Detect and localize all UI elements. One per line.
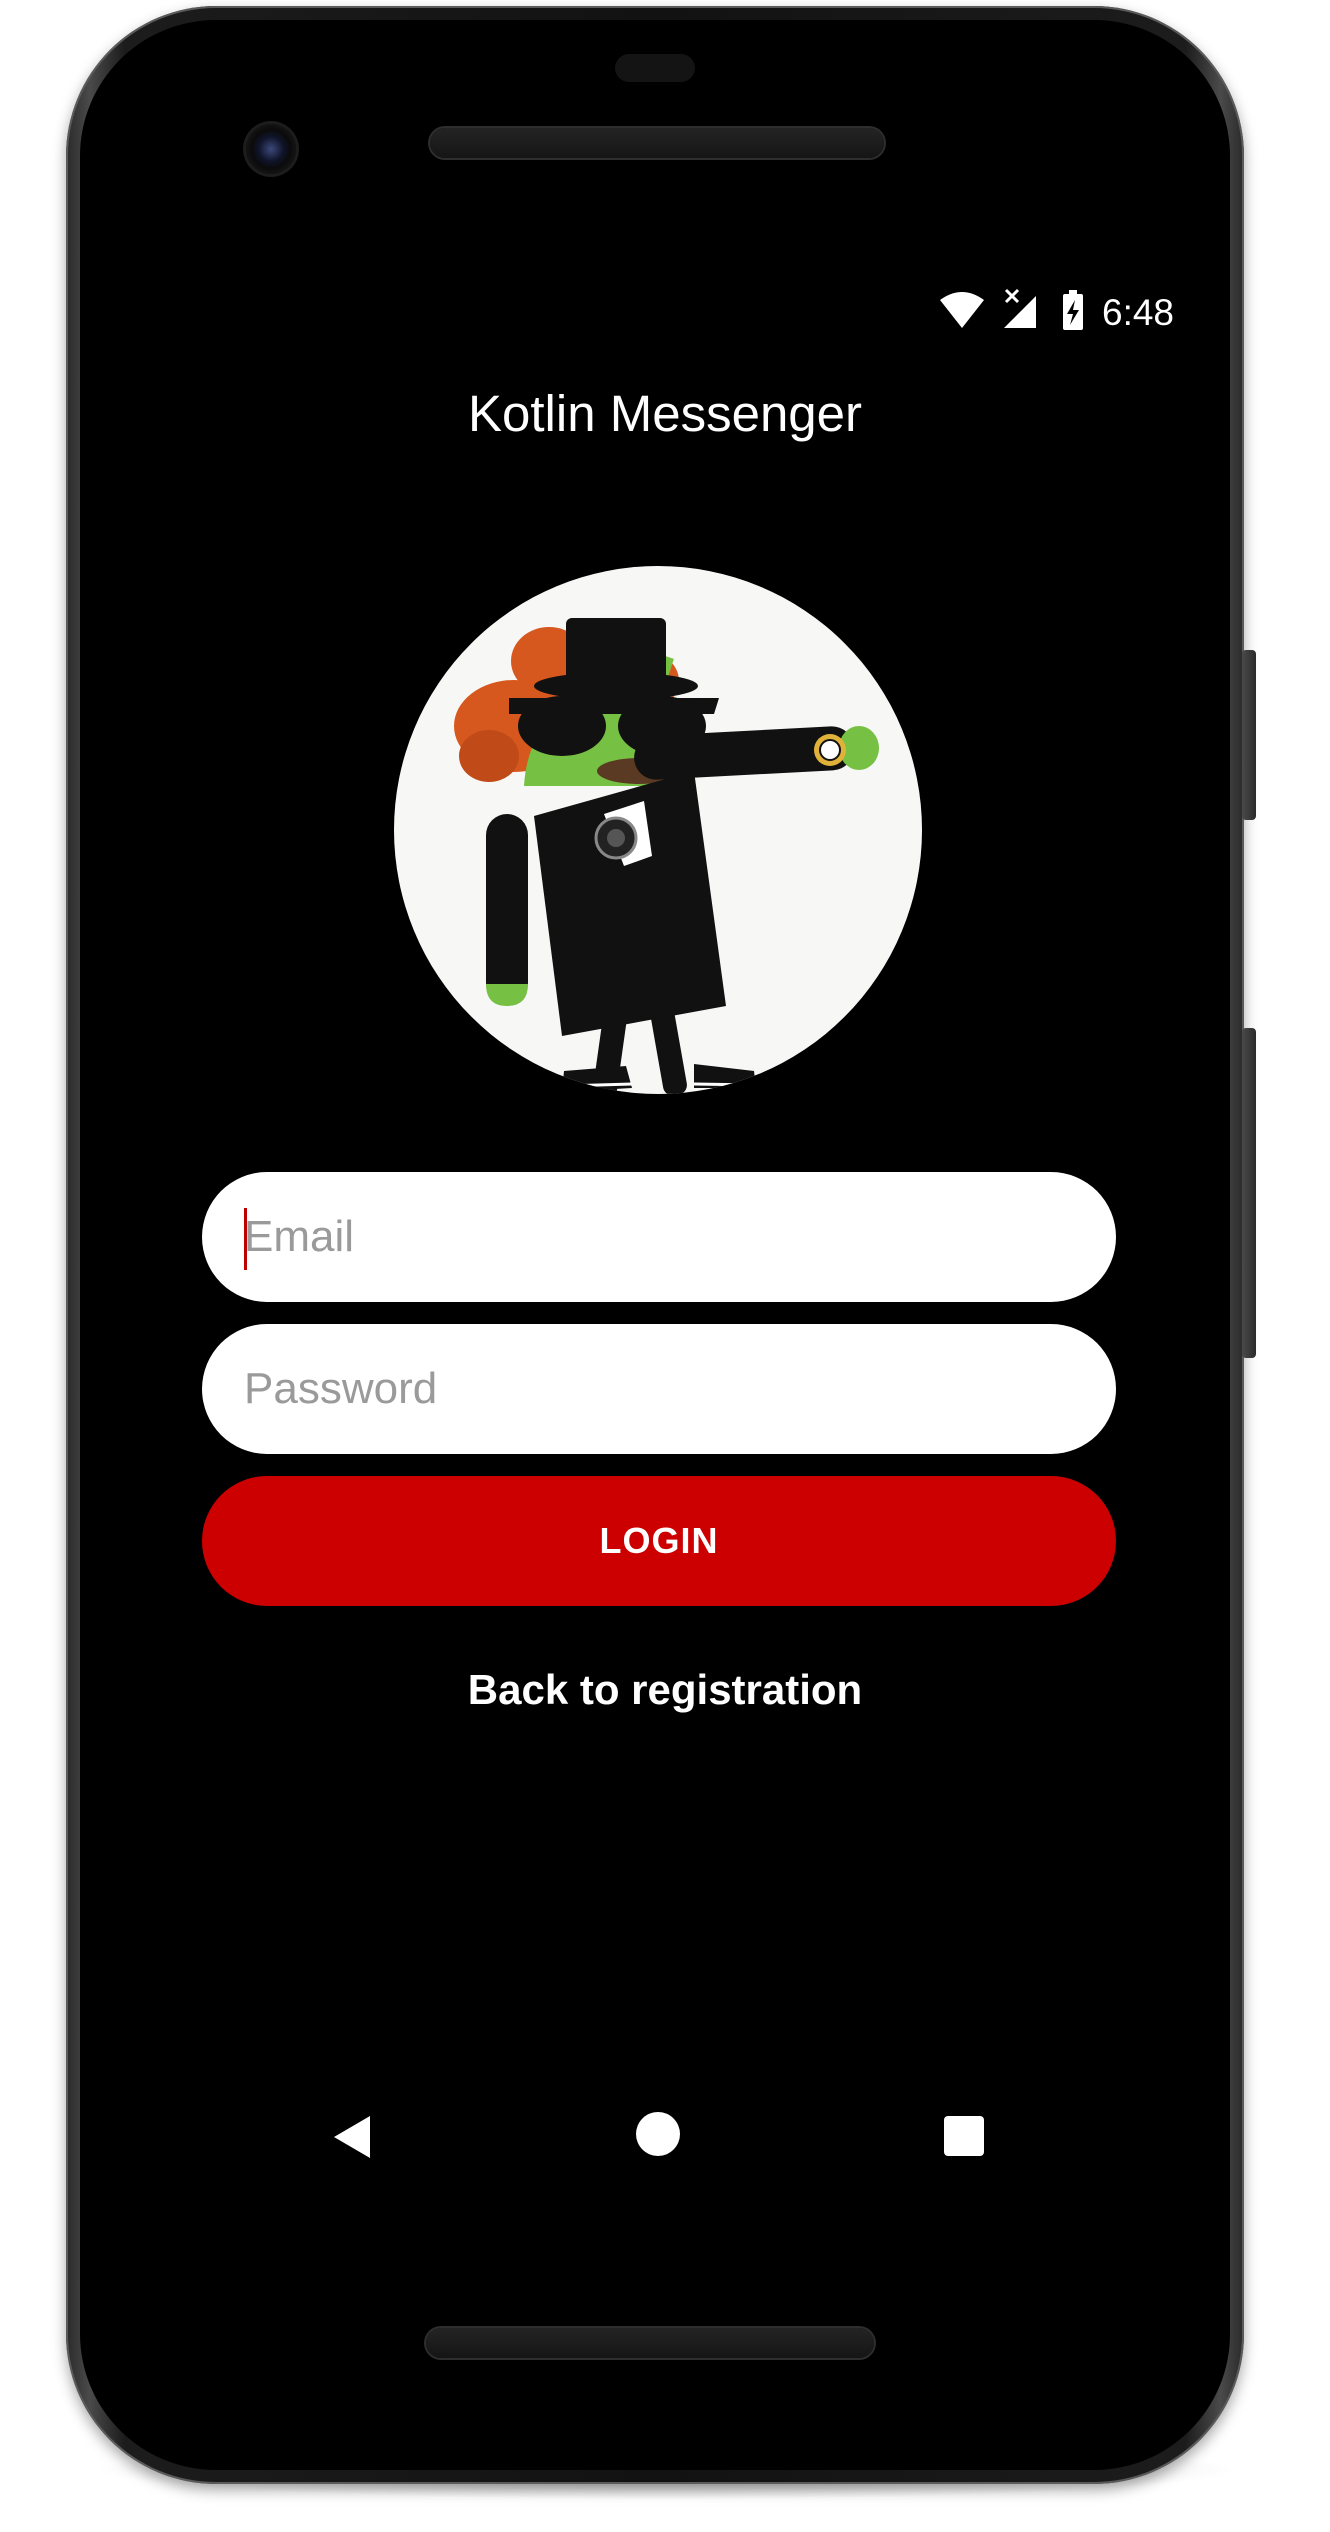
email-field[interactable] bbox=[202, 1172, 1116, 1302]
front-camera bbox=[246, 124, 296, 174]
text-cursor bbox=[244, 1208, 247, 1270]
status-bar-icons bbox=[940, 288, 1083, 330]
login-button[interactable]: LOGIN bbox=[202, 1476, 1116, 1606]
status-time: 6:48 bbox=[1102, 292, 1175, 333]
cell-signal-icon bbox=[1004, 288, 1036, 328]
top-speaker-grille bbox=[430, 128, 884, 158]
wifi-icon bbox=[940, 292, 984, 328]
battery-charging-icon bbox=[1063, 290, 1083, 330]
volume-button bbox=[1242, 1028, 1256, 1358]
password-field[interactable] bbox=[202, 1324, 1116, 1454]
app-title: Kotlin Messenger bbox=[467, 385, 863, 442]
bottom-speaker-grille bbox=[426, 2328, 874, 2358]
recents-square-icon[interactable] bbox=[944, 2116, 984, 2156]
email-field-container bbox=[202, 1172, 1116, 1302]
back-triangle-icon[interactable] bbox=[332, 2114, 372, 2160]
password-field-container bbox=[202, 1324, 1116, 1454]
android-mascot-avatar-icon bbox=[454, 618, 879, 1094]
back-to-registration-link[interactable]: Back to registration bbox=[0, 1666, 1330, 1714]
home-circle-icon[interactable] bbox=[636, 2112, 680, 2156]
power-button bbox=[1242, 650, 1256, 820]
proximity-sensor bbox=[615, 54, 695, 82]
avatar[interactable] bbox=[394, 566, 922, 1094]
